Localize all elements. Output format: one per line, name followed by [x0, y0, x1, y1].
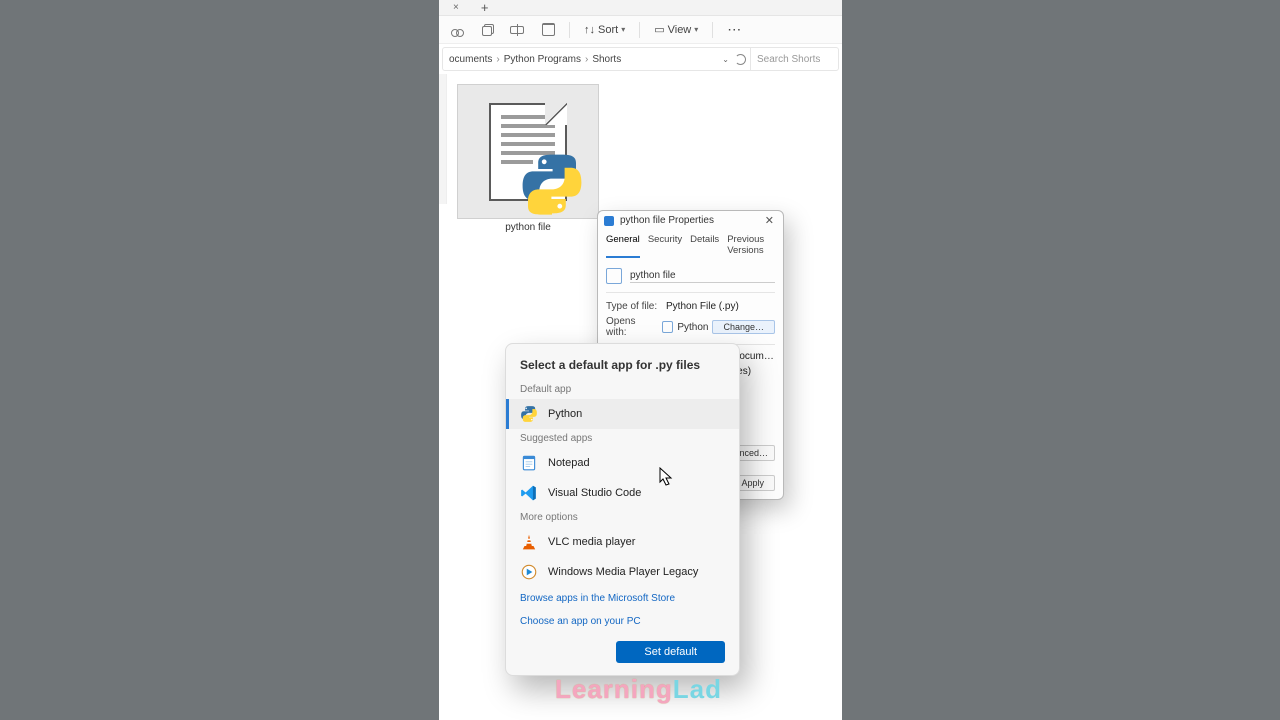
tab-previous-versions[interactable]: Previous Versions — [727, 232, 775, 258]
app-item-vlc[interactable]: VLC media player — [506, 527, 739, 557]
search-input[interactable]: Search Shorts — [750, 48, 838, 70]
rename-button[interactable] — [506, 22, 528, 38]
set-default-button[interactable]: Set default — [616, 641, 725, 663]
tab-details[interactable]: Details — [690, 232, 719, 258]
crumb[interactable]: Python Programs — [504, 54, 581, 65]
python-icon — [515, 151, 589, 217]
dialog-titlebar[interactable]: python file Properties ✕ — [598, 211, 783, 230]
app-label: Windows Media Player Legacy — [548, 566, 698, 578]
file-label: python file — [505, 222, 551, 233]
new-tab-button[interactable]: + — [473, 0, 497, 15]
crumb[interactable]: ocuments — [449, 54, 492, 65]
separator — [569, 22, 570, 38]
close-icon[interactable]: ✕ — [762, 214, 777, 227]
file-icon — [606, 268, 622, 284]
view-button[interactable]: ▭ View ▾ — [650, 21, 702, 38]
file-icon — [604, 216, 614, 226]
app-label: Notepad — [548, 457, 590, 469]
close-icon[interactable]: × — [449, 2, 463, 13]
nav-pane[interactable] — [439, 74, 447, 204]
vlc-icon — [520, 533, 538, 551]
document-icon — [489, 103, 567, 201]
app-item-notepad[interactable]: Notepad — [506, 448, 739, 478]
tab-strip: × + — [439, 0, 842, 16]
chevron-right-icon: › — [585, 54, 588, 65]
sort-label: Sort — [598, 24, 618, 36]
chevron-down-icon: ▾ — [694, 25, 698, 34]
python-icon — [520, 405, 538, 423]
breadcrumb[interactable]: ocuments › Python Programs › Shorts — [443, 54, 722, 65]
app-label: Python — [548, 408, 582, 420]
section-label: More options — [506, 508, 739, 527]
python-icon — [662, 321, 674, 333]
file-thumbnail — [457, 84, 599, 219]
delete-button[interactable] — [538, 21, 559, 38]
copy-icon — [482, 26, 492, 36]
section-label: Suggested apps — [506, 429, 739, 448]
watermark: LearningLad — [555, 674, 722, 705]
copy-button[interactable] — [478, 22, 496, 38]
choose-app-link[interactable]: Choose an app on your PC — [506, 610, 739, 633]
dialog-title: python file Properties — [620, 215, 756, 226]
app-item-wmp[interactable]: Windows Media Player Legacy — [506, 557, 739, 587]
tab-bar: General Security Details Previous Versio… — [598, 230, 783, 258]
crumb[interactable]: Shorts — [592, 54, 621, 65]
app-label: VLC media player — [548, 536, 635, 548]
tab-current[interactable]: × — [439, 1, 473, 14]
tab-general[interactable]: General — [606, 232, 640, 258]
rename-icon — [510, 24, 524, 36]
browse-store-link[interactable]: Browse apps in the Microsoft Store — [506, 587, 739, 610]
address-bar[interactable]: ocuments › Python Programs › Shorts ⌄ Se… — [442, 47, 839, 71]
refresh-icon[interactable] — [735, 54, 746, 65]
value: Python — [677, 322, 708, 333]
chevron-down-icon: ▾ — [621, 25, 625, 34]
watermark-text: Learning — [555, 674, 673, 704]
section-label: Default app — [506, 380, 739, 399]
watermark-text: Lad — [673, 674, 722, 704]
toolbar: ↑↓ Sort ▾ ▭ View ▾ ⋯ — [439, 16, 842, 44]
change-button[interactable]: Change… — [712, 320, 775, 334]
sort-button[interactable]: ↑↓ Sort ▾ — [580, 22, 629, 38]
notepad-icon — [520, 454, 538, 472]
chevron-down-icon[interactable]: ⌄ — [722, 55, 729, 64]
view-label: View — [668, 24, 692, 36]
tab-security[interactable]: Security — [648, 232, 682, 258]
wmp-icon — [520, 563, 538, 581]
cut-button[interactable] — [447, 21, 468, 38]
app-label: Visual Studio Code — [548, 487, 641, 499]
vscode-icon — [520, 484, 538, 502]
separator — [639, 22, 640, 38]
cut-icon — [451, 23, 464, 36]
file-name-field[interactable]: python file — [630, 270, 775, 283]
value: Python File (.py) — [666, 301, 775, 312]
app-item-vscode[interactable]: Visual Studio Code — [506, 478, 739, 508]
separator — [712, 22, 713, 38]
dialog-title: Select a default app for .py files — [506, 358, 739, 380]
app-picker-dialog: Select a default app for .py files Defau… — [505, 343, 740, 676]
label: Type of file: — [606, 301, 660, 312]
file-tile[interactable]: python file — [457, 84, 599, 233]
more-button[interactable]: ⋯ — [723, 19, 746, 40]
app-item-python[interactable]: Python — [506, 399, 739, 429]
chevron-right-icon: › — [496, 54, 499, 65]
label: Opens with: — [606, 316, 658, 338]
trash-icon — [542, 23, 555, 36]
